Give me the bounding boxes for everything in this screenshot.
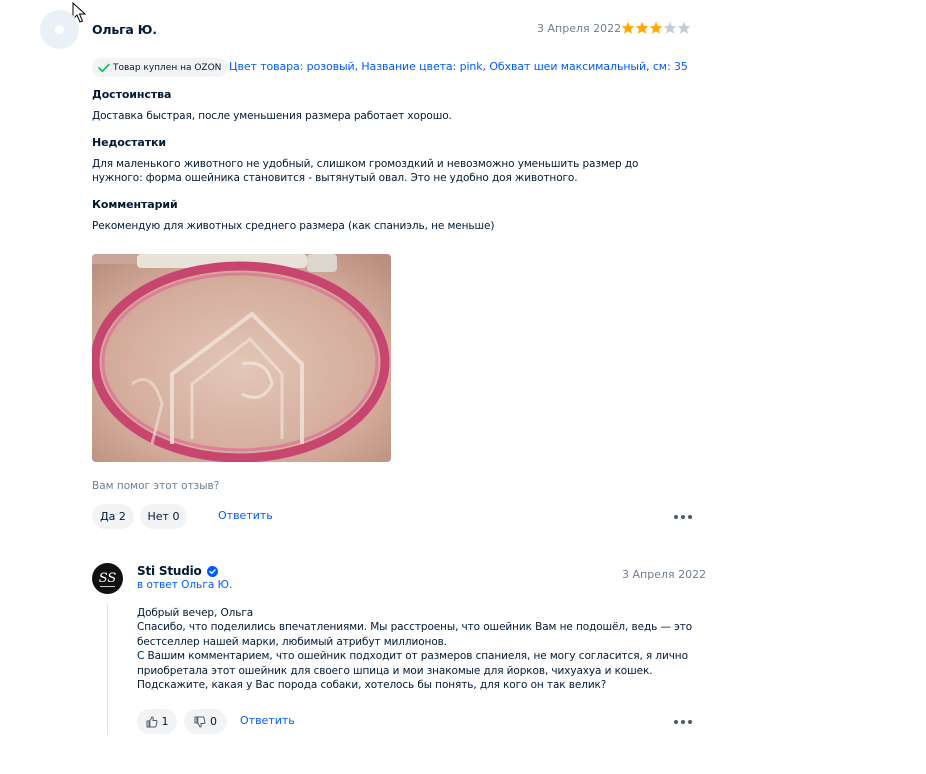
seller-reply-link[interactable]: Ответить — [240, 714, 295, 727]
star-empty-icon — [663, 21, 677, 34]
helpful-question: Вам помог этот отзыв? — [92, 480, 220, 492]
like-count: 1 — [161, 715, 169, 728]
reply-paragraph: С Вашим комментарием, что ошейник подход… — [137, 650, 688, 692]
dislike-count: 0 — [210, 715, 217, 728]
review-date: 3 Апреля 2022 — [537, 22, 622, 35]
purchase-badge-label: Товар куплен на OZON — [113, 62, 222, 73]
more-options-icon[interactable] — [674, 720, 692, 726]
helpful-yes-button[interactable]: Да 2 — [92, 504, 134, 529]
pros-title: Достоинства — [92, 88, 172, 101]
verified-badge-icon — [206, 565, 218, 577]
review-photo[interactable] — [92, 254, 391, 462]
helpful-no-button[interactable]: Нет 0 — [140, 504, 187, 529]
reviewer-avatar — [40, 10, 79, 49]
star-filled-icon — [635, 21, 649, 34]
svg-text:SS: SS — [99, 571, 117, 586]
star-filled-icon — [649, 21, 663, 34]
reply-paragraph: Спасибо, что поделились впечатлениями. М… — [137, 621, 693, 648]
seller-reply-date: 3 Апреля 2022 — [622, 568, 707, 581]
more-options-icon[interactable] — [674, 515, 692, 521]
seller-name-label: Sti Studio — [137, 564, 202, 578]
like-button[interactable]: 1 — [137, 709, 177, 734]
pros-text: Доставка быстрая, после уменьшения разме… — [92, 110, 452, 122]
reply-thread-line — [107, 603, 108, 735]
rating-stars — [621, 21, 691, 35]
comment-title: Комментарий — [92, 198, 178, 211]
star-empty-icon — [677, 21, 691, 34]
reply-to-link[interactable]: в ответ Ольга Ю. — [137, 579, 232, 591]
comment-text: Рекомендую для животных среднего размера… — [92, 220, 495, 232]
reply-paragraph: Добрый вечер, Ольга — [137, 607, 254, 619]
purchase-badge: Товар куплен на OZON — [92, 58, 229, 77]
reply-link[interactable]: Ответить — [218, 509, 273, 522]
star-filled-icon — [621, 21, 635, 34]
checkmark-icon — [98, 63, 110, 72]
dislike-button[interactable]: 0 — [184, 709, 227, 734]
seller-logo: SS — [92, 563, 123, 594]
seller-name[interactable]: Sti Studio — [137, 564, 218, 578]
product-variant-link[interactable]: Цвет товара: розовый, Название цвета: pi… — [229, 60, 688, 73]
cons-text: Для маленького животного не удобный, сли… — [92, 158, 639, 184]
thumbs-down-icon — [194, 716, 206, 727]
seller-reply-text: Добрый вечер, Ольга Спасибо, что поделил… — [137, 606, 697, 692]
thumbs-up-icon — [146, 716, 157, 727]
cons-title: Недостатки — [92, 136, 166, 149]
reviewer-name[interactable]: Ольга Ю. — [92, 22, 157, 37]
